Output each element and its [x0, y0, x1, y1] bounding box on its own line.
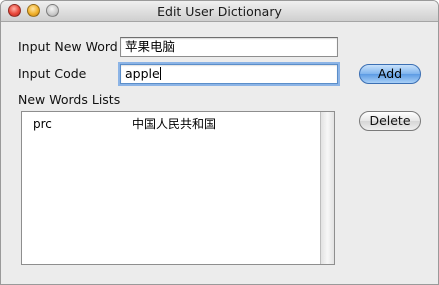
new-word-value: 苹果电脑: [125, 39, 176, 54]
list-item-code: prc: [33, 117, 52, 131]
edit-user-dictionary-window: Edit User Dictionary Input New Word 苹果电脑…: [0, 0, 439, 285]
word-list[interactable]: prc 中国人民共和国: [21, 111, 335, 265]
title-bar[interactable]: Edit User Dictionary: [1, 1, 438, 22]
code-label: Input Code: [18, 66, 87, 81]
delete-button[interactable]: Delete: [359, 111, 421, 131]
vertical-scrollbar[interactable]: [320, 112, 334, 264]
list-item-word: 中国人民共和国: [132, 117, 217, 131]
code-input[interactable]: apple: [120, 64, 338, 84]
text-caret: [159, 67, 161, 80]
list-item[interactable]: prc 中国人民共和国: [22, 116, 320, 132]
new-word-input[interactable]: 苹果电脑: [120, 37, 338, 57]
new-word-label: Input New Word: [18, 39, 118, 54]
add-button[interactable]: Add: [359, 64, 421, 84]
word-list-label: New Words Lists: [18, 92, 121, 107]
window-title: Edit User Dictionary: [157, 4, 282, 19]
code-value: apple: [125, 66, 160, 81]
